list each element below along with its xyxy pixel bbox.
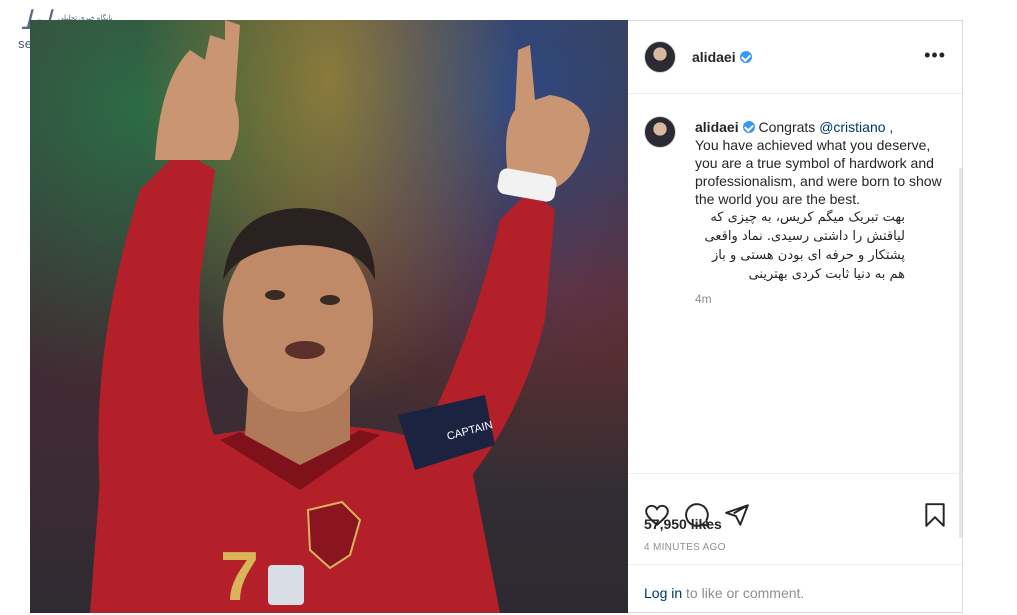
caption-english: You have achieved what you deserve, you … bbox=[695, 137, 942, 207]
more-icon[interactable]: ••• bbox=[924, 46, 946, 64]
login-prompt: Log in to like or comment. bbox=[644, 585, 804, 601]
caption-username[interactable]: alidaei bbox=[695, 119, 739, 135]
caption-text: alidaei Congrats @cristiano , You have a… bbox=[695, 118, 945, 284]
caption-avatar[interactable] bbox=[644, 116, 676, 148]
likes-count[interactable]: 57,950 likes bbox=[644, 516, 722, 532]
bookmark-icon[interactable] bbox=[922, 502, 948, 528]
caption-congrats: Congrats bbox=[758, 119, 816, 135]
login-bar: Log in to like or comment. bbox=[628, 564, 962, 615]
post-date[interactable]: 4 MINUTES AGO bbox=[644, 542, 726, 553]
login-link[interactable]: Log in bbox=[644, 585, 682, 601]
login-rest: to like or comment. bbox=[682, 585, 805, 601]
header-username[interactable]: alidaei bbox=[692, 49, 752, 65]
post-photo[interactable]: CAPTAIN 7 bbox=[30, 20, 628, 613]
avatar[interactable] bbox=[644, 41, 676, 73]
jersey-number: 7 bbox=[220, 537, 259, 613]
caption-persian: بهت تبریک میگم کریس، به چیزی که لیاقتش ر… bbox=[704, 210, 905, 282]
post-sidebar: alidaei ••• alidaei Congrats @cristiano … bbox=[628, 20, 963, 613]
caption-section: alidaei Congrats @cristiano , You have a… bbox=[628, 93, 962, 538]
caption-time: 4m bbox=[695, 292, 712, 306]
verified-icon bbox=[739, 51, 752, 63]
mention-link[interactable]: @cristiano bbox=[819, 119, 885, 135]
username-text[interactable]: alidaei bbox=[692, 49, 736, 65]
verified-icon bbox=[742, 121, 755, 133]
post-header: alidaei ••• bbox=[628, 21, 962, 94]
share-icon[interactable] bbox=[724, 502, 750, 528]
player-illustration: CAPTAIN 7 bbox=[90, 20, 590, 613]
caption-punct: , bbox=[885, 119, 894, 135]
